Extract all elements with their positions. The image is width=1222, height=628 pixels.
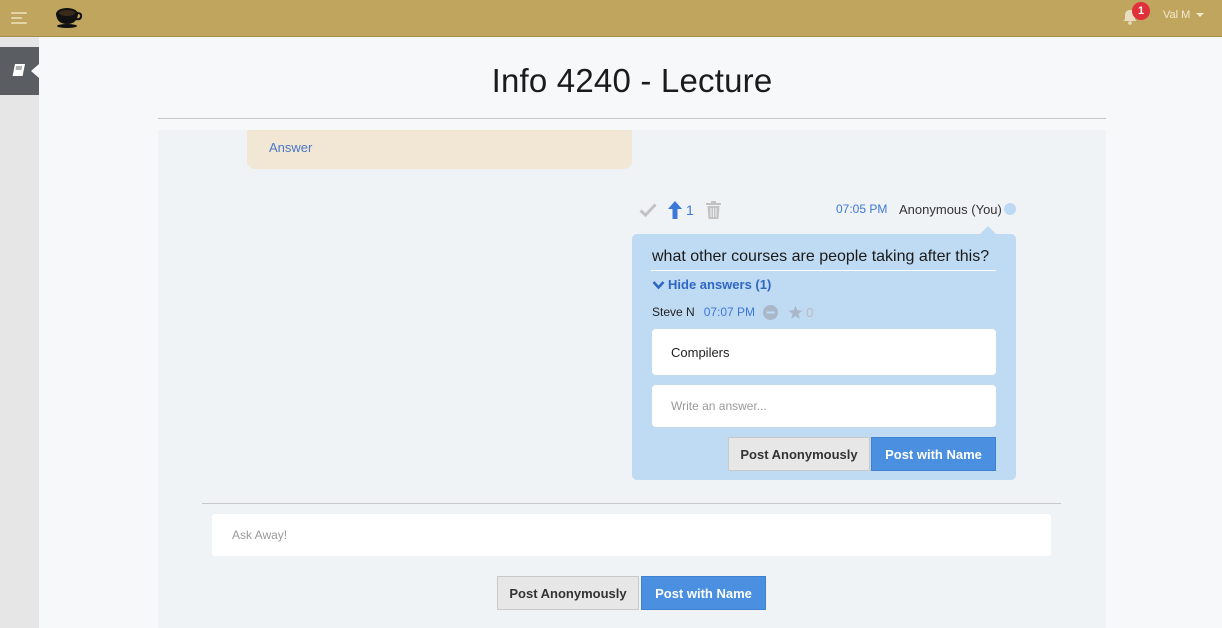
notification-badge[interactable]: 1 (1132, 2, 1150, 20)
book-icon (12, 64, 25, 76)
star-count: 0 (806, 304, 814, 320)
star-icon[interactable] (788, 305, 803, 320)
answer-item: Compilers (652, 329, 996, 375)
ask-question-input[interactable] (212, 514, 1051, 556)
hide-answers-toggle[interactable]: Hide answers (1) (652, 277, 771, 292)
answer-author: Steve N (652, 305, 695, 319)
answer-meta: Steve N 07:07 PM 0 (652, 304, 813, 320)
chevron-down-icon (652, 280, 665, 289)
caret-down-icon (1196, 13, 1205, 18)
coffee-cup-logo-icon[interactable] (54, 5, 82, 29)
presence-indicator (1004, 203, 1016, 215)
tab-notch (31, 64, 39, 78)
page-title: Info 4240 - Lecture (491, 62, 773, 99)
user-menu[interactable]: Val M (1163, 9, 1205, 21)
upvote-button[interactable]: 1 (668, 201, 694, 219)
menu-icon[interactable] (11, 12, 27, 24)
sidebar-toggle-tab[interactable] (0, 47, 39, 95)
question-author: Anonymous (You) (899, 202, 1002, 217)
question-divider (651, 270, 996, 271)
composer-divider (202, 503, 1061, 504)
divider (158, 118, 1106, 119)
trash-icon[interactable] (706, 201, 721, 219)
top-bar: 1 Val M (0, 0, 1222, 37)
answer-post-anonymously-button[interactable]: Post Anonymously (728, 437, 870, 471)
upvote-count: 1 (686, 202, 694, 218)
card-pointer (980, 226, 996, 234)
answer-post-with-name-button[interactable]: Post with Name (871, 437, 996, 471)
checkmark-icon[interactable] (639, 202, 657, 218)
question-card: what other courses are people taking aft… (632, 226, 1016, 480)
minus-circle-icon[interactable] (763, 304, 779, 320)
question-text: what other courses are people taking aft… (652, 248, 990, 265)
answer-input[interactable] (652, 385, 996, 427)
question-time: 07:05 PM (836, 202, 888, 216)
user-name: Val M (1163, 9, 1191, 21)
answer-time: 07:07 PM (703, 305, 756, 319)
post-anonymously-button[interactable]: Post Anonymously (497, 576, 639, 610)
answer-text: Compilers (671, 345, 730, 360)
hide-answers-label: Hide answers (1) (668, 277, 772, 292)
side-rail (0, 37, 39, 628)
previous-question-card: Answer (247, 130, 632, 169)
arrow-up-icon (668, 201, 682, 219)
answer-link[interactable]: Answer (269, 140, 312, 155)
post-with-name-button[interactable]: Post with Name (641, 576, 766, 610)
